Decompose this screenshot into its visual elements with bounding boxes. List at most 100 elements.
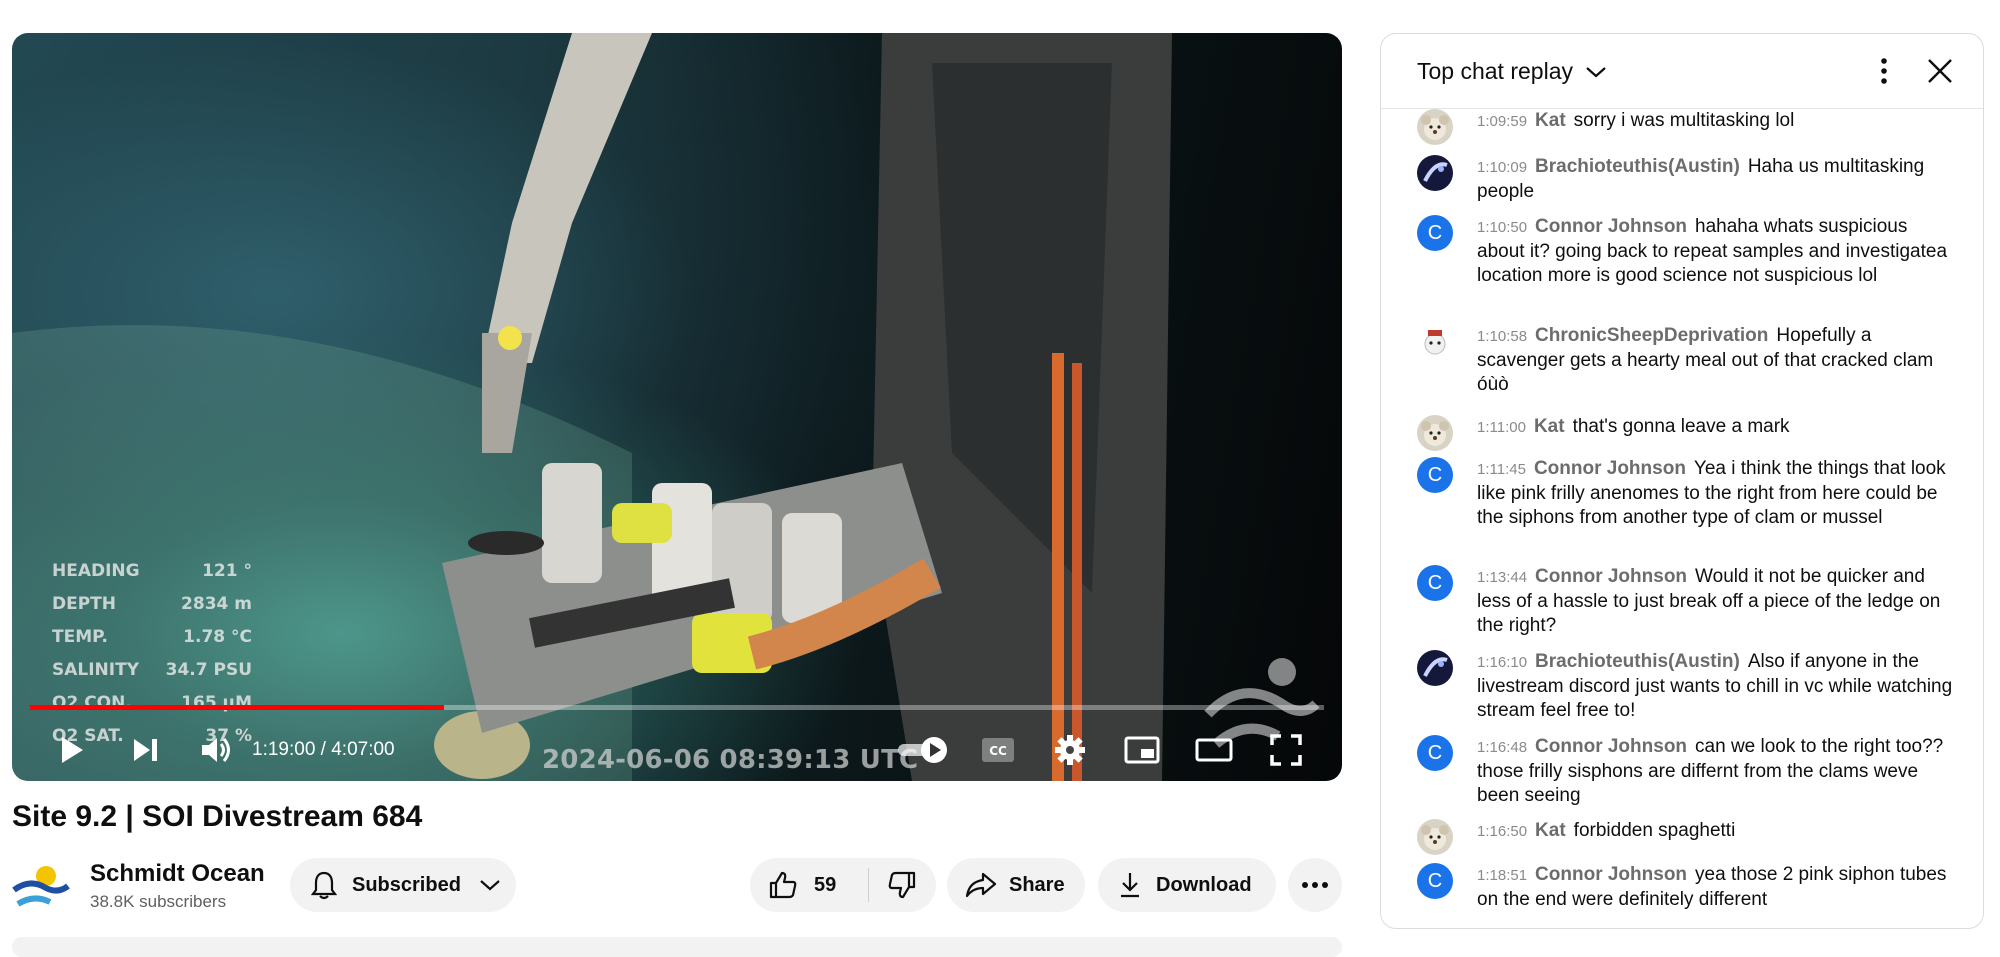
telemetry-row: DEPTH 2834 m <box>52 594 252 614</box>
theater-mode-button[interactable] <box>1190 723 1238 777</box>
chat-menu-button[interactable] <box>1869 54 1899 88</box>
message-author[interactable]: Connor Johnson <box>1535 566 1687 587</box>
channel-name[interactable]: Schmidt Ocean <box>90 860 265 888</box>
avatar[interactable]: C <box>1417 735 1453 771</box>
miniplayer-icon <box>1124 736 1160 764</box>
subscribed-label: Subscribed <box>352 873 461 896</box>
chevron-down-icon <box>480 880 500 891</box>
chat-message: 1:16:10 Brachioteuthis(Austin) Also if any… <box>1417 650 1953 723</box>
message-text: sorry i was multitasking lol <box>1573 110 1795 131</box>
dislike-button[interactable] <box>869 858 936 912</box>
avatar[interactable] <box>1417 109 1453 145</box>
fullscreen-button[interactable] <box>1262 723 1310 777</box>
play-button[interactable] <box>48 723 96 777</box>
message-author[interactable]: Brachioteuthis(Austin) <box>1535 651 1740 672</box>
message-timestamp: 1:10:50 <box>1477 219 1528 236</box>
more-vertical-icon <box>1881 58 1887 84</box>
settings-button[interactable] <box>1046 723 1094 777</box>
share-button[interactable]: Share <box>947 858 1085 912</box>
squid-avatar-icon <box>1417 155 1453 191</box>
message-timestamp: 1:16:10 <box>1477 654 1528 671</box>
miniplayer-button[interactable] <box>1118 723 1166 777</box>
volume-button[interactable] <box>192 723 240 777</box>
like-dislike-group: 59 <box>750 858 936 912</box>
download-icon <box>1121 873 1139 898</box>
progress-bar[interactable] <box>30 705 1324 710</box>
message-author[interactable]: Kat <box>1535 110 1566 131</box>
message-author[interactable]: Connor Johnson <box>1535 864 1687 885</box>
more-actions-button[interactable] <box>1288 858 1342 912</box>
message-author[interactable]: Brachioteuthis(Austin) <box>1535 156 1740 177</box>
message-author[interactable]: Connor Johnson <box>1534 458 1686 479</box>
subscribed-button[interactable]: Subscribed <box>290 858 516 912</box>
svg-text:CC: CC <box>989 744 1007 758</box>
avatar[interactable] <box>1417 819 1453 855</box>
thumbs-down-icon <box>889 871 916 899</box>
share-label: Share <box>1009 873 1065 896</box>
theater-mode-icon <box>1195 738 1233 762</box>
message-timestamp: 1:10:58 <box>1477 328 1528 345</box>
chat-message: 1:09:59 Kat sorry i was multitasking lol <box>1417 109 1953 145</box>
video-title: Site 9.2 | SOI Divestream 684 <box>12 800 423 833</box>
subscriber-count: 38.8K subscribers <box>90 892 227 911</box>
channel-row: Schmidt Ocean 38.8K subscribers Subscrib… <box>12 856 1342 916</box>
close-chat-button[interactable] <box>1923 54 1957 88</box>
bell-icon <box>310 871 338 900</box>
video-player[interactable]: HEADING 121 ° DEPTH 2834 m TEMP. 1.78 °C SA… <box>12 33 1342 781</box>
autoplay-icon <box>898 737 947 763</box>
closed-captions-icon: CC <box>982 738 1014 762</box>
message-text: forbidden spaghetti <box>1573 820 1736 841</box>
autoplay-toggle[interactable] <box>894 723 954 777</box>
next-button[interactable] <box>122 723 170 777</box>
chat-message: 1:16:50 Kat forbidden spaghetti <box>1417 819 1953 855</box>
message-text: that's gonna leave a mark <box>1572 416 1790 437</box>
telemetry-row: TEMP. 1.78 °C <box>52 627 252 647</box>
chevron-down-icon <box>1586 67 1607 78</box>
message-author[interactable]: Connor Johnson <box>1535 216 1687 237</box>
chat-message: C 1:16:48 Connor Johnson can we look to th… <box>1417 735 1953 808</box>
download-button[interactable]: Download <box>1098 858 1276 912</box>
description-box[interactable] <box>12 937 1342 957</box>
message-timestamp: 1:09:59 <box>1477 113 1528 130</box>
bear-avatar-icon <box>1417 819 1453 855</box>
chat-title: Top chat replay <box>1417 58 1573 84</box>
close-icon <box>1928 59 1952 83</box>
chat-mode-selector[interactable]: Top chat replay <box>1417 58 1607 85</box>
avatar[interactable]: C <box>1417 863 1453 899</box>
avatar[interactable]: C <box>1417 215 1453 251</box>
chat-header: Top chat replay <box>1381 34 1983 109</box>
avatar[interactable] <box>1417 324 1453 360</box>
gear-icon <box>1055 735 1085 765</box>
like-count: 59 <box>814 873 837 896</box>
telemetry-row: HEADING 121 ° <box>52 561 252 581</box>
message-author[interactable]: ChronicSheepDeprivation <box>1535 325 1768 346</box>
message-author[interactable]: Connor Johnson <box>1535 736 1687 757</box>
avatar[interactable] <box>1417 650 1453 686</box>
chat-message: C 1:13:44 Connor Johnson Would it not be q… <box>1417 565 1953 638</box>
thumbs-up-icon <box>769 871 797 899</box>
sheep-avatar-icon <box>1417 324 1453 360</box>
message-timestamp: 1:16:48 <box>1477 739 1528 756</box>
captions-button[interactable]: CC <box>974 723 1022 777</box>
time-display: 1:19:00 / 4:07:00 <box>252 739 395 760</box>
telemetry-row: SALINITY 34.7 PSU <box>52 660 252 680</box>
live-chat-panel: Top chat replay 1:09:59 Kat sorry i was mu… <box>1380 33 1984 929</box>
message-timestamp: 1:13:44 <box>1477 569 1528 586</box>
chat-message: C 1:11:45 Connor Johnson Yea i think the t… <box>1417 457 1953 530</box>
chat-message: 1:10:58 ChronicSheepDeprivation Hopefully … <box>1417 324 1953 397</box>
volume-icon <box>202 738 230 762</box>
message-author[interactable]: Kat <box>1535 820 1566 841</box>
avatar[interactable] <box>1417 155 1453 191</box>
channel-avatar[interactable] <box>12 860 70 912</box>
avatar[interactable] <box>1417 415 1453 451</box>
squid-avatar-icon <box>1417 650 1453 686</box>
message-timestamp: 1:11:45 <box>1477 461 1526 478</box>
share-icon <box>965 872 997 898</box>
bear-avatar-icon <box>1417 109 1453 145</box>
like-button[interactable]: 59 <box>750 858 868 912</box>
avatar[interactable]: C <box>1417 565 1453 601</box>
chat-message: 1:10:09 Brachioteuthis(Austin) Haha us mul… <box>1417 155 1953 204</box>
message-timestamp: 1:10:09 <box>1477 159 1528 176</box>
message-author[interactable]: Kat <box>1534 416 1565 437</box>
avatar[interactable]: C <box>1417 457 1453 493</box>
